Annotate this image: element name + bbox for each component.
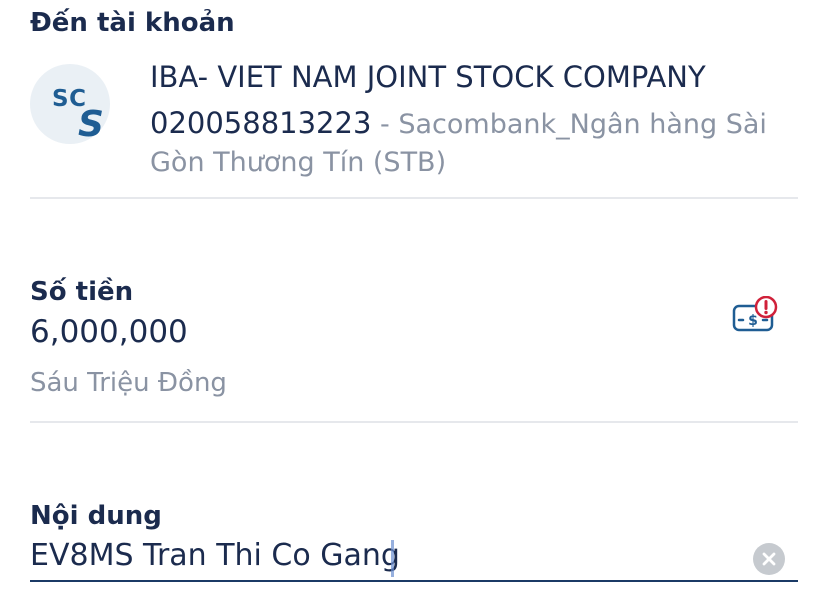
transfer-content-input[interactable] [30,538,730,573]
logo-text-bottom: S [78,104,104,145]
divider [30,421,798,423]
amount-in-words: Sáu Triệu Đồng [30,368,227,398]
recipient-section-label: Đến tài khoản [30,8,235,38]
amount-section-label: Số tiền [30,277,134,307]
content-section-label: Nội dung [30,501,162,531]
clear-icon[interactable] [753,543,785,575]
svg-text:$: $ [748,313,758,329]
amount-value[interactable]: 6,000,000 [30,314,188,350]
recipient-account-number: 020058813223 [150,106,372,140]
bank-separator: - [371,109,399,140]
divider [30,197,798,199]
text-cursor [391,540,394,577]
recipient-account-name: IBA- VIET NAM JOINT STOCK COMPANY [150,60,706,94]
content-input-underline [30,580,798,582]
transfer-form: Đến tài khoản SC S IBA- VIET NAM JOINT S… [0,0,828,605]
recipient-account-details: 020058813223 - Sacombank_Ngân hàng Sài G… [150,104,800,182]
sacombank-logo-icon: SC S [30,64,110,145]
money-warning-icon[interactable]: $ [731,295,781,336]
